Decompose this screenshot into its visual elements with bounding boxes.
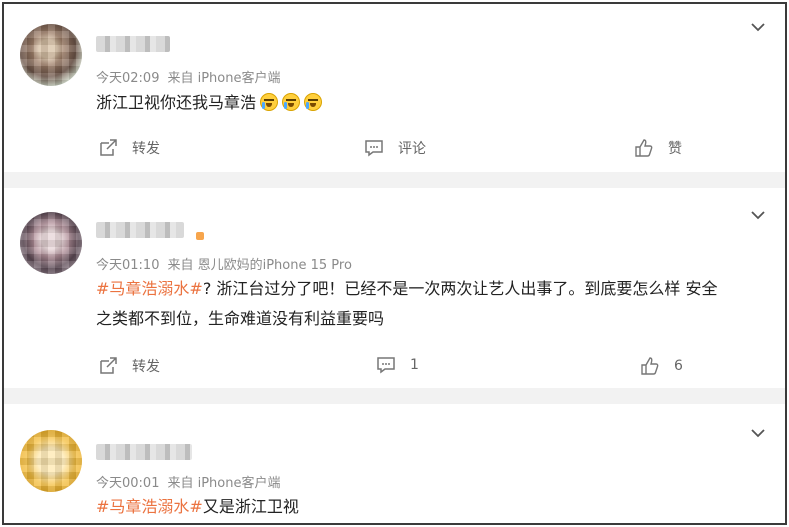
avatar[interactable]	[20, 212, 82, 274]
topic-link[interactable]: #马章浩溺水#	[96, 279, 203, 298]
comment-icon	[377, 357, 395, 374]
separator	[4, 172, 785, 188]
crying-emoji-icon	[282, 93, 301, 111]
comment-text: #马章浩溺水#? 浙江台过分了吧！已经不是一次两次让艺人出事了。到底要怎么样 安…	[96, 274, 763, 334]
repost-button[interactable]: 转发	[98, 138, 160, 158]
vip-badge-icon	[196, 232, 204, 240]
post-meta: 今天00:01 来自 iPhone客户端	[96, 472, 288, 491]
comment-button[interactable]: 1	[376, 356, 419, 374]
like-label: 赞	[668, 141, 682, 157]
comment-body: 又是浙江卫视	[202, 497, 299, 516]
chevron-down-icon[interactable]	[751, 22, 765, 34]
crying-emoji-icon	[304, 93, 323, 111]
comment-button[interactable]: 评论	[364, 138, 426, 158]
chevron-down-icon[interactable]	[751, 210, 765, 222]
repost-button[interactable]: 转发	[98, 356, 160, 376]
post-meta: 今天02:09 来自 iPhone客户端	[96, 67, 288, 86]
comment-count: 1	[410, 357, 419, 373]
thumbs-up-icon	[641, 357, 659, 375]
comment-icon	[365, 140, 383, 157]
avatar[interactable]	[20, 430, 82, 492]
topic-link[interactable]: #马章浩溺水#	[96, 497, 203, 516]
post-time: 今天00:01	[96, 476, 160, 491]
comment-body-line2: 之类都不到位，生命难道没有利益重要吗	[96, 309, 385, 328]
username-blurred[interactable]	[96, 222, 184, 238]
crying-emoji-icon	[260, 93, 279, 111]
comment-item: 今天01:10 来自 恩儿欧妈的iPhone 15 Pro #马章浩溺水#? 浙江…	[4, 188, 785, 388]
username-blurred[interactable]	[96, 444, 192, 460]
chevron-down-icon[interactable]	[751, 428, 765, 440]
repost-label: 转发	[132, 141, 160, 157]
post-time: 今天02:09	[96, 71, 160, 86]
repost-icon	[100, 139, 117, 156]
comment-text: #马章浩溺水#又是浙江卫视	[96, 492, 763, 522]
comment-item: 今天02:09 来自 iPhone客户端 浙江卫视你还我马章浩 转发 评论 赞	[4, 4, 785, 174]
post-time: 今天01:10	[96, 258, 160, 273]
comment-item: 今天00:01 来自 iPhone客户端 #马章浩溺水#又是浙江卫视	[4, 404, 785, 523]
like-button[interactable]: 赞	[634, 138, 682, 158]
post-meta: 今天01:10 来自 恩儿欧妈的iPhone 15 Pro	[96, 254, 360, 273]
comment-text: 浙江卫视你还我马章浩	[96, 88, 763, 118]
thumbs-up-icon	[635, 139, 653, 157]
repost-label: 转发	[132, 359, 160, 375]
like-button[interactable]: 6	[640, 356, 683, 376]
comment-body-line1: ? 浙江台过分了吧！已经不是一次两次让艺人出事了。到底要怎么样 安全	[202, 279, 718, 298]
post-source: 来自 恩儿欧妈的iPhone 15 Pro	[167, 258, 352, 273]
comment-body: 浙江卫视你还我马章浩	[96, 93, 257, 112]
comment-feed: 今天02:09 来自 iPhone客户端 浙江卫视你还我马章浩 转发 评论 赞 今…	[2, 2, 787, 525]
post-source: 来自 iPhone客户端	[167, 476, 281, 491]
comment-label: 评论	[398, 141, 426, 157]
like-count: 6	[674, 358, 683, 374]
username-blurred[interactable]	[96, 36, 170, 52]
repost-icon	[100, 357, 117, 374]
avatar[interactable]	[20, 24, 82, 86]
separator	[4, 388, 785, 404]
post-source: 来自 iPhone客户端	[167, 71, 281, 86]
